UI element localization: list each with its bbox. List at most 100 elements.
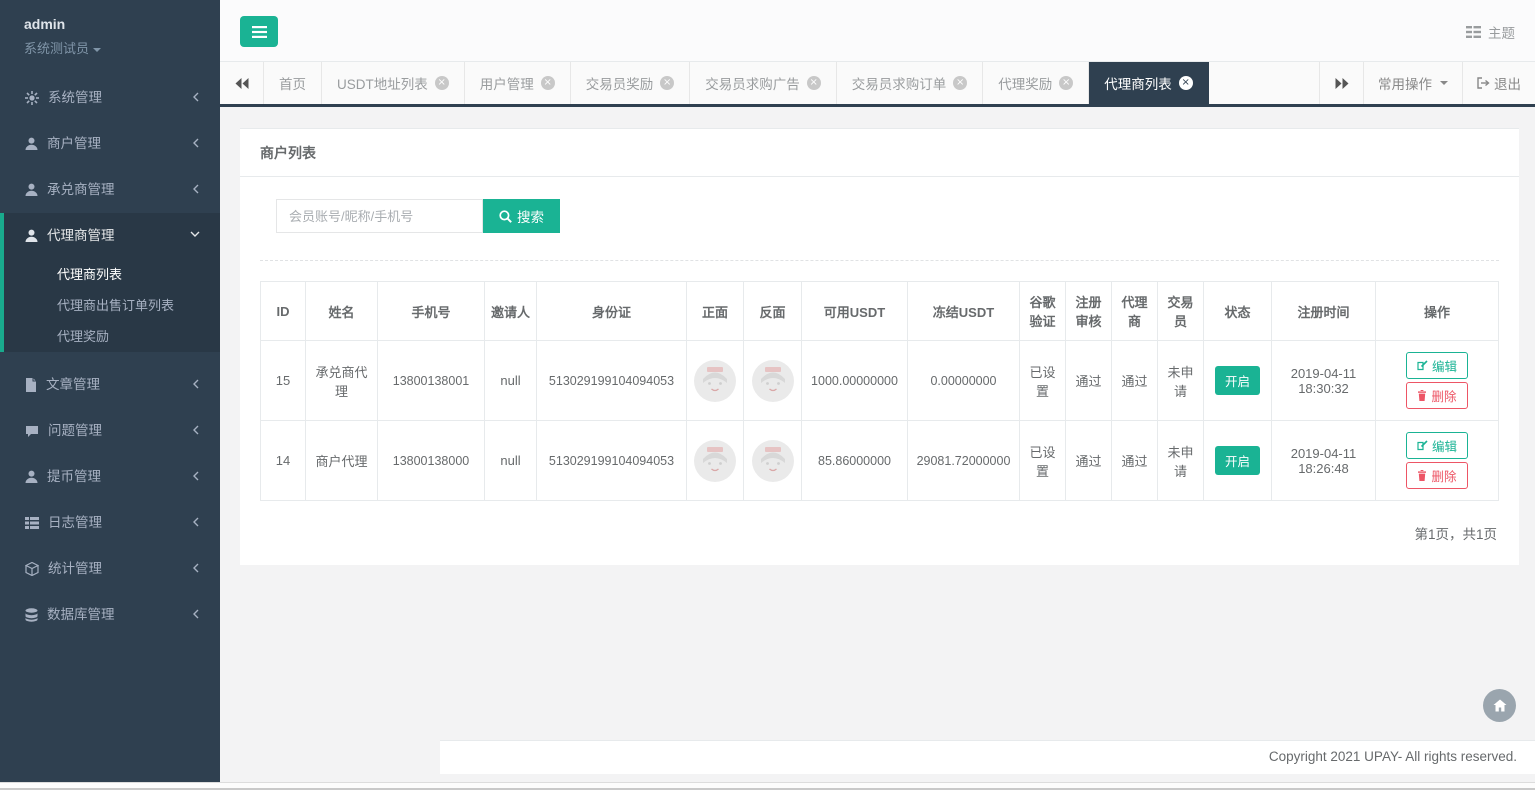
col-header: 反面 <box>744 282 802 341</box>
cell-status: 开启 <box>1204 341 1272 421</box>
sidebar: admin 系统测试员 系统管理 商户管理 承兑商管理 代理商管理 代理商列表 … <box>0 0 220 782</box>
search-button[interactable]: 搜索 <box>483 199 560 233</box>
chevron-left-icon <box>192 471 200 481</box>
sidebar-item-agent[interactable]: 代理商管理 <box>4 213 220 259</box>
sidebar-item-log[interactable]: 日志管理 <box>0 500 220 546</box>
sidebar-subitem-agent-list[interactable]: 代理商列表 <box>4 259 220 290</box>
chevron-left-icon <box>192 138 200 148</box>
user-icon <box>25 183 38 197</box>
tab-home[interactable]: 首页 <box>264 62 322 104</box>
common-actions-dropdown[interactable]: 常用操作 <box>1363 62 1462 104</box>
cell-register-time: 2019-04-11 18:26:48 <box>1272 421 1376 501</box>
cell-trader: 未申请 <box>1158 341 1204 421</box>
sidebar-item-database[interactable]: 数据库管理 <box>0 592 220 638</box>
cell-google-auth: 已设置 <box>1020 421 1066 501</box>
cell-register-audit: 通过 <box>1066 341 1112 421</box>
tabs-scroll-right-button[interactable] <box>1319 62 1363 104</box>
close-icon[interactable]: × <box>660 76 674 90</box>
chevron-down-icon <box>93 48 101 52</box>
user-icon <box>25 137 38 151</box>
tab-agent-list[interactable]: 代理商列表× <box>1089 62 1209 104</box>
delete-button[interactable]: 删除 <box>1406 382 1468 409</box>
sidebar-item-article[interactable]: 文章管理 <box>0 362 220 408</box>
search-icon <box>499 210 512 223</box>
cell-id: 15 <box>261 341 306 421</box>
cell-agent: 通过 <box>1112 341 1158 421</box>
sidebar-item-withdraw[interactable]: 提币管理 <box>0 454 220 500</box>
back-home-button[interactable] <box>1483 689 1516 722</box>
edit-button[interactable]: 编辑 <box>1406 432 1468 459</box>
page-bottom-edge <box>0 782 1535 790</box>
cell-phone: 13800138000 <box>378 421 485 501</box>
sidebar-toggle-button[interactable] <box>240 16 278 47</box>
search-input[interactable] <box>276 199 483 233</box>
cell-idcard: 513029199104094053 <box>537 421 687 501</box>
delete-button[interactable]: 删除 <box>1406 462 1468 489</box>
theme-button[interactable]: 主题 <box>1466 22 1515 42</box>
close-icon[interactable]: × <box>807 76 821 90</box>
double-left-arrow-icon <box>235 78 249 89</box>
idcard-back-photo[interactable] <box>752 360 794 402</box>
idcard-front-photo[interactable] <box>694 360 736 402</box>
edit-icon <box>1417 360 1428 371</box>
cell-phone: 13800138001 <box>378 341 485 421</box>
col-header: 可用USDT <box>802 282 908 341</box>
col-header: 正面 <box>687 282 744 341</box>
cell-actions: 编辑 删除 <box>1376 341 1499 421</box>
footer: Copyright 2021 UPAY- All rights reserved… <box>440 740 1535 774</box>
idcard-back-photo[interactable] <box>752 440 794 482</box>
col-header: 交易员 <box>1158 282 1204 341</box>
sidebar-item-merchant[interactable]: 商户管理 <box>0 121 220 167</box>
tab-trader-buy-ads[interactable]: 交易员求购广告× <box>690 62 837 104</box>
chevron-left-icon <box>192 92 200 102</box>
sidebar-subitem-agent-reward[interactable]: 代理奖励 <box>4 321 220 352</box>
user-icon <box>25 470 38 484</box>
col-header: 状态 <box>1204 282 1272 341</box>
home-icon <box>1493 699 1507 712</box>
panel-title: 商户列表 <box>260 143 1499 163</box>
cell-inviter: null <box>485 341 537 421</box>
sidebar-subitem-agent-sell-orders[interactable]: 代理商出售订单列表 <box>4 290 220 321</box>
tab-usdt-address-list[interactable]: USDT地址列表× <box>322 62 465 104</box>
tab-bar: 首页 USDT地址列表× 用户管理× 交易员奖励× 交易员求购广告× 交易员求购… <box>220 62 1535 107</box>
sidebar-item-stats[interactable]: 统计管理 <box>0 546 220 592</box>
close-icon[interactable]: × <box>541 76 555 90</box>
status-badge[interactable]: 开启 <box>1215 366 1260 395</box>
chevron-left-icon <box>192 517 200 527</box>
cell-idcard-front <box>687 421 744 501</box>
status-badge[interactable]: 开启 <box>1215 446 1260 475</box>
cell-actions: 编辑 删除 <box>1376 421 1499 501</box>
username: admin <box>24 16 200 32</box>
close-icon[interactable]: × <box>1179 76 1193 90</box>
idcard-front-photo[interactable] <box>694 440 736 482</box>
sidebar-item-acceptor[interactable]: 承兑商管理 <box>0 167 220 213</box>
merchant-list-panel: 商户列表 搜索 <box>240 128 1519 565</box>
col-header: 代理商 <box>1112 282 1158 341</box>
tab-trader-reward[interactable]: 交易员奖励× <box>571 62 691 104</box>
close-icon[interactable]: × <box>953 76 967 90</box>
col-header: 注册时间 <box>1272 282 1376 341</box>
cube-icon <box>25 562 39 576</box>
tab-agent-reward[interactable]: 代理奖励× <box>983 62 1089 104</box>
logout-button[interactable]: 退出 <box>1462 62 1535 104</box>
user-profile: admin 系统测试员 <box>0 0 220 75</box>
cell-agent: 通过 <box>1112 421 1158 501</box>
close-icon[interactable]: × <box>1059 76 1073 90</box>
table-header-row: ID 姓名 手机号 邀请人 身份证 正面 反面 可用USDT 冻结USDT 谷歌… <box>261 282 1499 341</box>
chevron-down-icon <box>190 230 200 238</box>
cell-available-usdt: 1000.00000000 <box>802 341 908 421</box>
edit-button[interactable]: 编辑 <box>1406 352 1468 379</box>
top-bar: 主题 <box>220 0 1535 62</box>
close-icon[interactable]: × <box>435 76 449 90</box>
tabs-scroll-left-button[interactable] <box>220 62 264 104</box>
sidebar-item-system[interactable]: 系统管理 <box>0 75 220 121</box>
sidebar-item-question[interactable]: 问题管理 <box>0 408 220 454</box>
cell-status: 开启 <box>1204 421 1272 501</box>
col-header: 冻结USDT <box>908 282 1020 341</box>
list-icon <box>25 517 39 529</box>
main-area: 主题 首页 USDT地址列表× 用户管理× 交易员奖励× 交易员求购广告× 交易… <box>220 0 1535 782</box>
user-role-dropdown[interactable]: 系统测试员 <box>24 38 200 57</box>
tab-trader-buy-orders[interactable]: 交易员求购订单× <box>837 62 984 104</box>
merchant-table: ID 姓名 手机号 邀请人 身份证 正面 反面 可用USDT 冻结USDT 谷歌… <box>260 281 1499 501</box>
tab-user-management[interactable]: 用户管理× <box>465 62 571 104</box>
